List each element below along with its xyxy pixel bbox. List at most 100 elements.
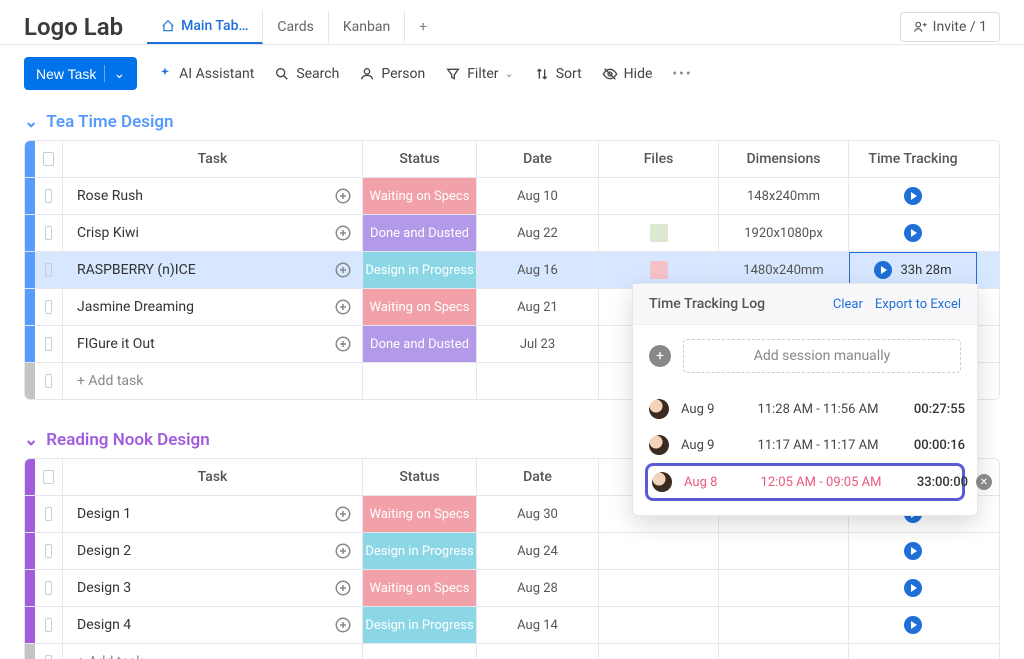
time-tracking-cell[interactable] (849, 178, 977, 214)
row-checkbox[interactable] (45, 226, 52, 240)
status-cell[interactable]: Waiting on Specs (363, 496, 476, 532)
date-cell[interactable]: Aug 30 (517, 507, 558, 522)
person-filter-button[interactable]: Person (359, 66, 425, 82)
row-checkbox[interactable] (45, 581, 52, 595)
time-tracking-cell[interactable] (849, 215, 977, 251)
play-icon[interactable] (904, 187, 922, 205)
date-cell[interactable]: Jul 23 (520, 337, 555, 352)
date-cell[interactable]: Aug 28 (517, 581, 558, 596)
chat-icon[interactable] (334, 261, 352, 279)
filter-button[interactable]: Filter ⌄ (445, 66, 514, 82)
group-header[interactable]: ⌄ Tea Time Design (24, 112, 1000, 132)
dimensions-cell[interactable]: 148x240mm (747, 189, 820, 204)
chat-icon[interactable] (334, 335, 352, 353)
dimensions-cell[interactable]: 1480x240mm (743, 263, 823, 278)
date-cell[interactable]: Aug 24 (517, 544, 558, 559)
chat-icon[interactable] (334, 616, 352, 634)
files-cell[interactable] (599, 570, 719, 606)
date-cell[interactable]: Aug 21 (517, 300, 558, 315)
session-row[interactable]: Aug 9 11:28 AM - 11:56 AM 00:27:55 (645, 391, 965, 427)
sort-button[interactable]: Sort (534, 66, 582, 82)
clear-button[interactable]: Clear (833, 297, 863, 312)
add-task-label[interactable]: + Add task (77, 373, 143, 389)
chat-icon[interactable] (334, 579, 352, 597)
date-cell[interactable]: Aug 14 (517, 618, 558, 633)
chevron-down-icon[interactable]: ⌄ (104, 65, 125, 82)
status-cell[interactable]: Design in Progress (363, 607, 476, 643)
row-checkbox[interactable] (45, 507, 52, 521)
status-cell[interactable]: Design in Progress (363, 533, 476, 569)
column-task[interactable]: Task (63, 141, 363, 177)
date-cell[interactable]: Aug 16 (517, 263, 558, 278)
task-name[interactable]: RASPBERRY (n)ICE (77, 262, 196, 278)
row-checkbox[interactable] (45, 544, 52, 558)
new-task-button[interactable]: New Task ⌄ (24, 57, 137, 90)
add-task-label[interactable]: + Add task (77, 654, 143, 659)
task-name[interactable]: Jasmine Dreaming (77, 299, 194, 315)
select-all-checkbox[interactable] (43, 152, 54, 166)
files-cell[interactable] (599, 533, 719, 569)
tab-main[interactable]: Main Tab… (147, 10, 263, 44)
delete-session-icon[interactable]: ✕ (976, 474, 992, 490)
row-checkbox[interactable] (45, 655, 52, 659)
task-name[interactable]: Crisp Kiwi (77, 225, 139, 241)
time-tracking-cell[interactable] (849, 570, 977, 606)
ai-assistant-button[interactable]: AI Assistant (157, 66, 254, 82)
column-dimensions[interactable]: Dimensions (719, 141, 849, 177)
dimensions-cell[interactable]: 1920x1080px (744, 226, 823, 241)
status-cell[interactable]: Design in Progress (363, 252, 476, 288)
file-thumbnail[interactable] (650, 224, 668, 242)
time-tracking-cell[interactable] (849, 607, 977, 643)
play-icon[interactable] (904, 579, 922, 597)
plus-icon[interactable]: + (649, 345, 671, 367)
chat-icon[interactable] (334, 542, 352, 560)
task-name[interactable]: FIGure it Out (77, 336, 155, 352)
task-name[interactable]: Design 3 (77, 580, 131, 596)
more-menu-button[interactable]: ••• (672, 66, 692, 82)
status-cell[interactable]: Waiting on Specs (363, 289, 476, 325)
tab-kanban[interactable]: Kanban (329, 11, 405, 43)
session-row[interactable]: Aug 9 11:17 AM - 11:17 AM 00:00:16 (645, 427, 965, 463)
row-checkbox[interactable] (45, 374, 52, 388)
chat-icon[interactable] (334, 505, 352, 523)
hide-button[interactable]: Hide (602, 66, 653, 82)
row-checkbox[interactable] (45, 263, 52, 277)
files-cell[interactable] (599, 215, 719, 251)
column-status[interactable]: Status (363, 459, 477, 495)
tab-cards[interactable]: Cards (263, 11, 328, 43)
status-cell[interactable]: Waiting on Specs (363, 178, 476, 214)
row-checkbox[interactable] (45, 337, 52, 351)
date-cell[interactable]: Aug 22 (517, 226, 558, 241)
play-icon[interactable] (874, 261, 892, 279)
row-checkbox[interactable] (45, 300, 52, 314)
column-time-tracking[interactable]: Time Tracking (849, 141, 977, 177)
column-task[interactable]: Task (63, 459, 363, 495)
status-cell[interactable]: Waiting on Specs (363, 570, 476, 606)
search-button[interactable]: Search (274, 66, 339, 82)
add-task-row[interactable]: + Add task (25, 644, 999, 659)
status-cell[interactable]: Done and Dusted (363, 215, 476, 251)
row-checkbox[interactable] (45, 189, 52, 203)
task-name[interactable]: Design 2 (77, 543, 131, 559)
chat-icon[interactable] (334, 187, 352, 205)
play-icon[interactable] (904, 224, 922, 242)
add-session-button[interactable]: Add session manually (683, 339, 961, 373)
column-status[interactable]: Status (363, 141, 477, 177)
task-name[interactable]: Design 1 (77, 506, 131, 522)
file-thumbnail[interactable] (650, 261, 668, 279)
export-button[interactable]: Export to Excel (875, 297, 961, 312)
row-checkbox[interactable] (45, 618, 52, 632)
select-all-checkbox[interactable] (43, 470, 54, 484)
add-tab-button[interactable]: + (405, 11, 441, 43)
column-date[interactable]: Date (477, 459, 599, 495)
column-date[interactable]: Date (477, 141, 599, 177)
status-cell[interactable]: Done and Dusted (363, 326, 476, 362)
play-icon[interactable] (904, 542, 922, 560)
column-files[interactable]: Files (599, 141, 719, 177)
chat-icon[interactable] (334, 224, 352, 242)
table-row[interactable]: Design 4 Design in Progress Aug 14 (25, 607, 999, 644)
invite-button[interactable]: Invite / 1 (900, 12, 1000, 42)
table-row[interactable]: Crisp Kiwi Done and Dusted Aug 22 1920x1… (25, 215, 999, 252)
task-name[interactable]: Design 4 (77, 617, 131, 633)
play-icon[interactable] (904, 616, 922, 634)
